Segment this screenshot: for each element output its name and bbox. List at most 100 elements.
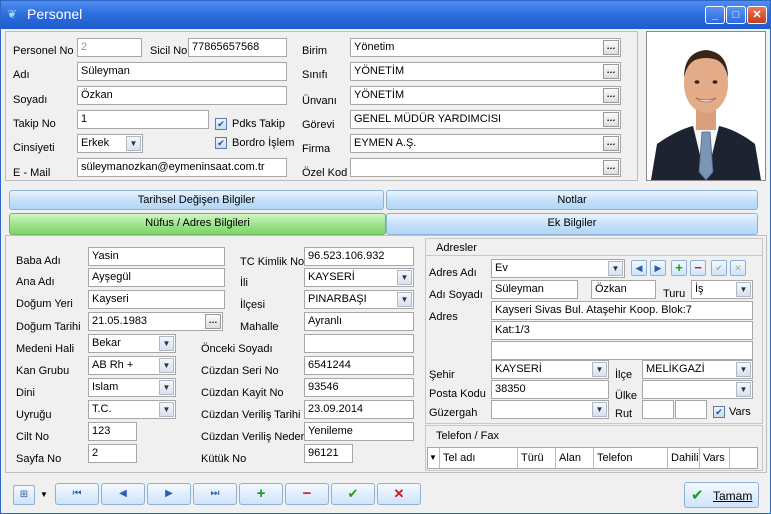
cuzdan-verilis-tarihi-field[interactable]: 23.09.2014 bbox=[304, 400, 414, 419]
adi-field[interactable]: Süleyman bbox=[77, 62, 287, 81]
gorevi-lookup-button[interactable]: … bbox=[603, 112, 619, 127]
next-record-button[interactable]: ▶ bbox=[147, 483, 191, 505]
firma-field[interactable]: EYMEN A.Ş.… bbox=[350, 134, 621, 153]
adres-next-button[interactable]: ▶ bbox=[650, 260, 666, 276]
adres-cancel-button[interactable]: ✕ bbox=[730, 260, 746, 276]
adres-adi-field[interactable]: Süleyman bbox=[491, 280, 578, 299]
last-record-button[interactable]: ⏭ bbox=[193, 483, 237, 505]
sicil-no-field[interactable]: 77865657568 bbox=[188, 38, 287, 57]
rut-field-2[interactable] bbox=[675, 400, 707, 419]
col-turu[interactable]: Türü bbox=[518, 448, 556, 468]
medeni-hali-select[interactable]: Bekar ▼ bbox=[88, 334, 176, 353]
adres-line-1-field[interactable]: Kayseri Sivas Bul. Ataşehir Koop. Blok:7 bbox=[491, 301, 753, 320]
telefon-grid[interactable]: ▼ Tel adı Türü Alan Telefon Dahili Vars bbox=[427, 447, 758, 469]
gorevi-field[interactable]: GENEL MÜDÜR YARDIMCISI… bbox=[350, 110, 621, 129]
dogum-tarihi-field[interactable]: 21.05.1983 … bbox=[88, 312, 223, 331]
col-vars[interactable]: Vars bbox=[700, 448, 730, 468]
unvani-lookup-button[interactable]: … bbox=[603, 88, 619, 103]
col-tel-adi[interactable]: Tel adı bbox=[440, 448, 518, 468]
adres-confirm-button[interactable]: ✔ bbox=[711, 260, 727, 276]
ilce-select[interactable]: MELİKGAZİ ▼ bbox=[642, 360, 753, 379]
prev-record-button[interactable]: ◀ bbox=[101, 483, 145, 505]
chevron-down-icon: ▼ bbox=[126, 136, 141, 151]
onceki-soyadi-field[interactable] bbox=[304, 334, 414, 353]
save-record-button[interactable]: ✔ bbox=[331, 483, 375, 505]
cancel-record-button[interactable]: ✕ bbox=[377, 483, 421, 505]
sinifi-lookup-button[interactable]: … bbox=[603, 64, 619, 79]
turu-select[interactable]: İş ▼ bbox=[691, 280, 753, 299]
ana-adi-field[interactable]: Ayşegül bbox=[88, 268, 225, 287]
tab-notlar[interactable]: Notlar bbox=[386, 190, 758, 210]
personel-photo[interactable] bbox=[646, 31, 766, 181]
dogum-tarihi-label: Doğum Tarihi bbox=[16, 321, 81, 333]
cuzdan-kayit-field[interactable]: 93546 bbox=[304, 378, 414, 397]
adres-add-button[interactable]: + bbox=[671, 260, 687, 276]
dogum-yeri-field[interactable]: Kayseri bbox=[88, 290, 225, 309]
sinifi-value: YÖNETİM bbox=[354, 65, 405, 77]
chevron-down-icon: ▼ bbox=[159, 336, 174, 351]
adres-adi-select[interactable]: Ev ▼ bbox=[491, 259, 625, 278]
add-record-button[interactable]: + bbox=[239, 483, 283, 505]
uyrugu-select[interactable]: T.C. ▼ bbox=[88, 400, 176, 419]
bordro-islem-checkbox[interactable]: ✔ bbox=[215, 137, 227, 149]
close-button[interactable]: ✕ bbox=[747, 6, 767, 24]
unvani-field[interactable]: YÖNETİM… bbox=[350, 86, 621, 105]
rut-field-1[interactable] bbox=[642, 400, 674, 419]
sinifi-field[interactable]: YÖNETİM … bbox=[350, 62, 621, 81]
maximize-button[interactable]: □ bbox=[726, 6, 746, 24]
email-field[interactable]: süleymanozkan@eymeninsaat.com.tr bbox=[77, 158, 287, 177]
grid-selector-icon: ▼ bbox=[428, 448, 440, 468]
minimize-button[interactable]: _ bbox=[705, 6, 725, 24]
birim-lookup-button[interactable]: … bbox=[603, 40, 619, 55]
tc-kimlik-field[interactable]: 96.523.106.932 bbox=[304, 247, 414, 266]
posta-kodu-field[interactable]: 38350 bbox=[491, 380, 609, 399]
cuzdan-seri-field[interactable]: 6541244 bbox=[304, 356, 414, 375]
adres-prev-button[interactable]: ◀ bbox=[631, 260, 647, 276]
adres-soyadi-field[interactable]: Özkan bbox=[591, 280, 656, 299]
dogum-tarihi-value: 21.05.1983 bbox=[92, 315, 148, 327]
col-alan[interactable]: Alan bbox=[556, 448, 594, 468]
layout-dropdown-icon[interactable]: ▼ bbox=[40, 490, 48, 499]
kutuk-no-field[interactable]: 96121 bbox=[304, 444, 353, 463]
ilcesi-select[interactable]: PINARBAŞI ▼ bbox=[304, 290, 414, 309]
baba-adi-field[interactable]: Yasin bbox=[88, 247, 225, 266]
pdks-takip-checkbox[interactable]: ✔ bbox=[215, 118, 227, 130]
tamam-button[interactable]: ✔ Tamam bbox=[684, 482, 759, 508]
personel-no-field[interactable]: 2 bbox=[77, 38, 142, 57]
ozel-kod-lookup-button[interactable]: … bbox=[603, 160, 619, 175]
adres-delete-button[interactable]: − bbox=[690, 260, 706, 276]
ulke-select[interactable]: ▼ bbox=[642, 380, 753, 399]
cuzdan-verilis-nedeni-field[interactable]: Yenileme bbox=[304, 422, 414, 441]
tab-nufus-adres-bilgileri[interactable]: Nüfus / Adres Bilgileri bbox=[9, 213, 386, 235]
chevron-down-icon: ▼ bbox=[159, 402, 174, 417]
adres-line-3-field[interactable] bbox=[491, 341, 753, 360]
kan-grubu-select[interactable]: AB Rh + ▼ bbox=[88, 356, 176, 375]
ili-select[interactable]: KAYSERİ ▼ bbox=[304, 268, 414, 287]
tab-ek-bilgiler[interactable]: Ek Bilgiler bbox=[386, 213, 758, 235]
takip-no-field[interactable]: 1 bbox=[77, 110, 209, 129]
sayfa-no-field[interactable]: 2 bbox=[88, 444, 137, 463]
cuzdan-verilis-nedeni-label: Cüzdan Veriliş Nedeni bbox=[201, 431, 310, 443]
adres-line-2-field[interactable]: Kat:1/3 bbox=[491, 321, 753, 340]
layout-icon[interactable]: ⊞ bbox=[13, 485, 35, 505]
cilt-no-field[interactable]: 123 bbox=[88, 422, 137, 441]
col-dahili[interactable]: Dahili bbox=[668, 448, 700, 468]
date-picker-button[interactable]: … bbox=[205, 314, 221, 329]
mahalle-field[interactable]: Ayranlı bbox=[304, 312, 414, 331]
firma-lookup-button[interactable]: … bbox=[603, 136, 619, 151]
cinsiyeti-select[interactable]: Erkek ▼ bbox=[77, 134, 143, 153]
tab-tarihsel-degisen-bilgiler[interactable]: Tarihsel Değişen Bilgiler bbox=[9, 190, 384, 210]
col-telefon[interactable]: Telefon bbox=[594, 448, 668, 468]
ozel-kod-field[interactable]: … bbox=[350, 158, 621, 177]
sehir-select[interactable]: KAYSERİ ▼ bbox=[491, 360, 609, 379]
vars-checkbox[interactable]: ✔ bbox=[713, 406, 725, 418]
birim-field[interactable]: Yönetim… bbox=[350, 38, 621, 57]
chevron-down-icon: ▼ bbox=[736, 362, 751, 377]
adres-label: Adres bbox=[429, 311, 458, 323]
guzergah-select[interactable]: ▼ bbox=[491, 400, 609, 419]
ana-adi-label: Ana Adı bbox=[16, 276, 55, 288]
delete-record-button[interactable]: − bbox=[285, 483, 329, 505]
dini-select[interactable]: Islam ▼ bbox=[88, 378, 176, 397]
soyadi-field[interactable]: Özkan bbox=[77, 86, 287, 105]
first-record-button[interactable]: ⏮ bbox=[55, 483, 99, 505]
